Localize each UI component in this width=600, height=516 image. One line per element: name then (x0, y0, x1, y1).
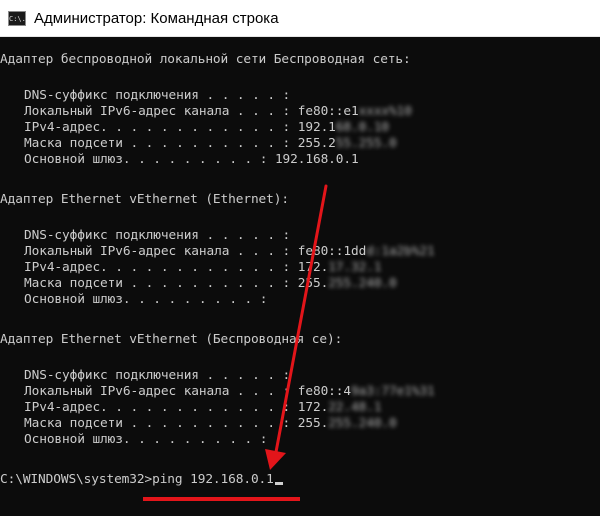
config-label: IPv4-адрес. . . . . . . . . . . . : (24, 120, 291, 135)
config-label: Маска подсети . . . . . . . . . . : (24, 416, 291, 431)
gateway-value: 192.168.0.1 (274, 152, 359, 167)
config-line-gateway: Основной шлюз. . . . . . . . . : (24, 432, 267, 448)
redacted-value: 22.48.1 (328, 400, 382, 415)
redacted-value: xxxx%10 (358, 104, 412, 119)
redacted-value: 68.0.10 (335, 120, 390, 135)
window-title: Администратор: Командная строка (34, 9, 279, 27)
config-label: IPv4-адрес. . . . . . . . . . . . : (24, 260, 291, 275)
cmd-icon: C:\. (8, 10, 26, 26)
command-input[interactable]: ping 192.168.0.1 (152, 472, 274, 487)
config-value: 192.1 (297, 120, 336, 135)
command-prompt-window: C:\. Администратор: Командная строка Ада… (0, 0, 600, 516)
console-output[interactable]: Адаптер беспроводной локальной сети Бесп… (0, 36, 600, 516)
adapter-header: Адаптер Ethernet vEthernet (Ethernet): (0, 192, 289, 207)
redacted-value: d:1a2b%21 (366, 244, 435, 259)
adapter-header: Адаптер Ethernet vEthernet (Беспроводная… (0, 332, 343, 347)
redacted-value: 255.240.0 (328, 416, 397, 431)
config-label: Локальный IPv6-адрес канала . . . : (24, 244, 291, 259)
config-label: Основной шлюз. . . . . . . . . : (24, 152, 268, 167)
config-label: Локальный IPv6-адрес канала . . . : (24, 384, 291, 399)
config-value: fe80::4 (297, 384, 351, 399)
config-line-subnet-mask: Маска подсети . . . . . . . . . . : 255.… (24, 136, 397, 152)
config-line-ipv4: IPv4-адрес. . . . . . . . . . . . : 172.… (24, 260, 382, 276)
config-label: Основной шлюз. . . . . . . . . : (24, 292, 268, 307)
config-label: Локальный IPv6-адрес канала . . . : (24, 104, 291, 119)
config-line-subnet-mask: Маска подсети . . . . . . . . . . : 255.… (24, 276, 397, 292)
annotation-underline (143, 497, 300, 501)
config-label: Маска подсети . . . . . . . . . . : (24, 136, 291, 151)
config-line-ipv6: Локальный IPv6-адрес канала . . . : fe80… (24, 244, 435, 260)
config-line-dns-suffix: DNS-суффикс подключения . . . . . : (24, 88, 290, 104)
config-label: Основной шлюз. . . . . . . . . : (24, 432, 268, 447)
text-cursor (274, 482, 283, 485)
config-label: Маска подсети . . . . . . . . . . : (24, 276, 291, 291)
redacted-value: 9a3:77e1%31 (351, 384, 435, 399)
redacted-value: 255.240.0 (328, 276, 397, 291)
config-line-dns-suffix: DNS-суффикс подключения . . . . . : (24, 228, 290, 244)
config-value: 172. (297, 260, 329, 275)
redacted-value: 55.255.0 (335, 136, 397, 151)
prompt-path: C:\WINDOWS\system32> (0, 472, 153, 487)
config-line-ipv4: IPv4-адрес. . . . . . . . . . . . : 192.… (24, 120, 389, 136)
title-bar[interactable]: C:\. Администратор: Командная строка (0, 0, 600, 37)
config-line-dns-suffix: DNS-суффикс подключения . . . . . : (24, 368, 290, 384)
adapter-header: Адаптер беспроводной локальной сети Бесп… (0, 52, 411, 67)
config-line-ipv6: Локальный IPv6-адрес канала . . . : fe80… (24, 104, 412, 120)
redacted-value: 17.32.1 (328, 260, 382, 275)
config-label: DNS-суффикс подключения . . . . . : (24, 368, 291, 383)
config-line-ipv4: IPv4-адрес. . . . . . . . . . . . : 172.… (24, 400, 382, 416)
config-label: DNS-суффикс подключения . . . . . : (24, 228, 291, 243)
config-value: fe80::1dd (297, 244, 367, 259)
config-line-gateway: Основной шлюз. . . . . . . . . : (24, 292, 267, 308)
config-line-subnet-mask: Маска подсети . . . . . . . . . . : 255.… (24, 416, 397, 432)
config-value: 172. (297, 400, 329, 415)
config-label: IPv4-адрес. . . . . . . . . . . . : (24, 400, 291, 415)
config-line-gateway: Основной шлюз. . . . . . . . . : 192.168… (24, 152, 359, 168)
config-line-ipv6: Локальный IPv6-адрес канала . . . : fe80… (24, 384, 435, 400)
config-value: 255.2 (297, 136, 336, 151)
config-value: 255. (297, 276, 329, 291)
command-line[interactable]: C:\WINDOWS\system32>ping 192.168.0.1 (0, 472, 283, 488)
config-value: fe80::e1 (297, 104, 359, 119)
config-label: DNS-суффикс подключения . . . . . : (24, 88, 291, 103)
config-value: 255. (297, 416, 329, 431)
